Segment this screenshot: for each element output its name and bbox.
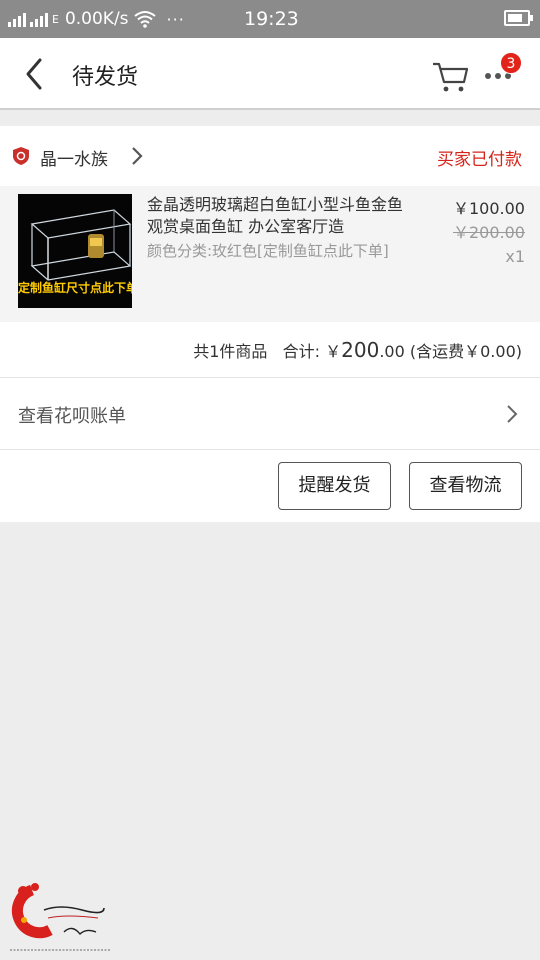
order-card: 晶一水族 买家已付款 定制鱼缸尺寸点此下单 金晶透明玻璃超白鱼缸小型斗鱼金鱼观赏… <box>0 126 540 522</box>
order-item[interactable]: 定制鱼缸尺寸点此下单 金晶透明玻璃超白鱼缸小型斗鱼金鱼观赏桌面鱼缸 办公室客厅造… <box>0 186 540 322</box>
cart-icon[interactable] <box>430 58 470 94</box>
battery-icon <box>504 10 533 26</box>
order-status: 买家已付款 <box>437 150 522 170</box>
wifi-icon <box>133 11 156 28</box>
view-logistics-button[interactable]: 查看物流 <box>409 462 522 510</box>
huabei-bill-row[interactable]: 查看花呗账单 <box>0 378 540 450</box>
shop-row[interactable]: 晶一水族 买家已付款 <box>0 126 540 186</box>
signal-icon <box>8 11 26 27</box>
price-original: ￥200.00 <box>453 223 525 242</box>
quantity: x1 <box>505 247 525 266</box>
huabei-label: 查看花呗账单 <box>18 406 126 427</box>
back-arrow-icon[interactable] <box>18 56 54 92</box>
total-cents: .00 <box>379 342 405 361</box>
total-text: 共1件商品 合计: ￥200.00 (含运费￥0.00) <box>193 338 522 362</box>
shop-name: 晶一水族 <box>40 150 108 170</box>
chevron-right-icon <box>507 405 518 423</box>
product-sku: 颜色分类:玫红色[定制鱼缸点此下单] <box>147 242 389 260</box>
network-type-label: E <box>52 12 59 26</box>
nav-bar: 待发货 <box>0 38 540 110</box>
watermark-logo <box>10 883 110 951</box>
status-bar-left: E 0.00K/s ··· <box>8 8 185 30</box>
item-count: 共1件商品 <box>193 342 268 361</box>
order-summary: 共1件商品 合计: ￥200.00 (含运费￥0.00) <box>0 322 540 378</box>
order-actions: 提醒发货 查看物流 <box>0 450 540 522</box>
total-label: 合计: ￥ <box>282 342 342 361</box>
product-thumbnail: 定制鱼缸尺寸点此下单 <box>18 194 132 308</box>
notification-badge: 3 <box>500 52 522 74</box>
shop-badge-icon <box>13 147 29 165</box>
shipping-text: (含运费￥0.00) <box>409 342 522 361</box>
status-time: 19:23 <box>244 8 299 30</box>
price-current: ￥100.00 <box>453 199 525 218</box>
network-speed: 0.00K/s <box>64 9 129 29</box>
page-title: 待发货 <box>72 65 139 90</box>
remind-shipment-button[interactable]: 提醒发货 <box>278 462 391 510</box>
product-title: 金晶透明玻璃超白鱼缸小型斗鱼金鱼观赏桌面鱼缸 办公室客厅造 <box>147 195 404 236</box>
thumbnail-caption: 定制鱼缸尺寸点此下单 <box>18 281 132 295</box>
total-amount: 200 <box>341 338 380 362</box>
status-dots: ··· <box>166 9 185 29</box>
chevron-right-icon <box>132 147 143 165</box>
signal-icon-2 <box>30 11 48 27</box>
status-bar: E 0.00K/s ··· 19:23 <box>0 0 540 38</box>
